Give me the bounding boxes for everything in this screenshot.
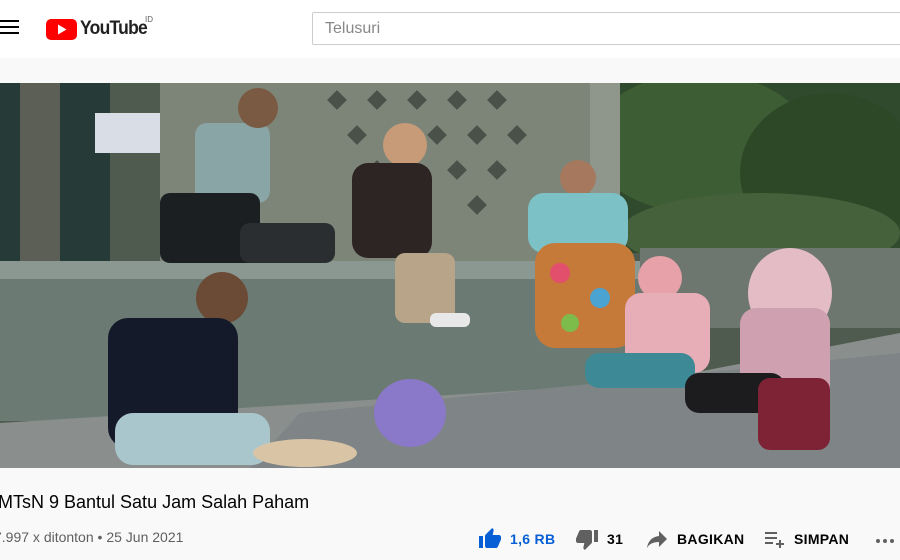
logo-text: YouTube bbox=[80, 18, 148, 39]
view-count: 7.997 x ditonton bbox=[0, 529, 94, 545]
youtube-logo-icon bbox=[46, 18, 77, 40]
menu-icon[interactable] bbox=[0, 20, 20, 36]
like-button[interactable]: 1,6 RB bbox=[478, 527, 555, 551]
thumb-down-icon bbox=[576, 530, 598, 550]
share-label: BAGIKAN bbox=[677, 531, 745, 547]
search-input[interactable] bbox=[313, 13, 900, 44]
save-label: SIMPAN bbox=[794, 531, 850, 547]
video-title: MTsN 9 Bantul Satu Jam Salah Paham bbox=[0, 492, 310, 512]
meta-separator: • bbox=[97, 529, 103, 545]
video-player[interactable] bbox=[0, 83, 900, 468]
masthead: YouTube ID bbox=[0, 0, 900, 58]
search-box[interactable] bbox=[312, 12, 900, 45]
spacer bbox=[0, 58, 900, 83]
dislike-button[interactable]: 31 bbox=[575, 527, 623, 551]
share-button[interactable]: BAGIKAN bbox=[645, 527, 744, 551]
dislike-count: 31 bbox=[607, 531, 624, 547]
like-count: 1,6 RB bbox=[510, 531, 556, 547]
save-button[interactable]: SIMPAN bbox=[762, 527, 849, 551]
more-icon[interactable] bbox=[873, 531, 897, 551]
video-meta: 7.997 x ditonton • 25 Jun 2021 bbox=[0, 529, 183, 545]
video-frame-thumbnail bbox=[0, 83, 900, 468]
youtube-watch-page: YouTube ID Telusuri MTsN 9 Bantul Satu J… bbox=[0, 0, 900, 560]
youtube-logo[interactable]: YouTube bbox=[46, 17, 153, 41]
publish-date: 25 Jun 2021 bbox=[106, 529, 184, 545]
country-code: ID bbox=[145, 15, 153, 24]
thumb-up-icon bbox=[479, 528, 501, 548]
share-icon bbox=[647, 531, 667, 548]
playlist-add-icon bbox=[765, 532, 784, 548]
